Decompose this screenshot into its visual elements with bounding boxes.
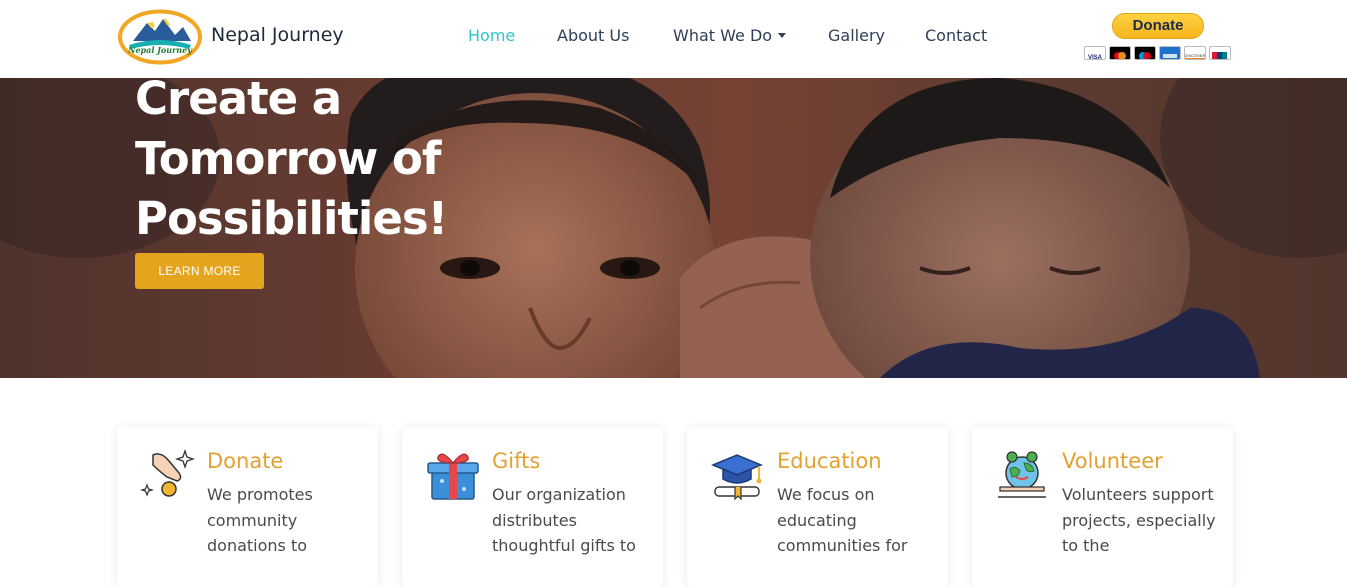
- nav-about-us[interactable]: About Us: [557, 26, 629, 45]
- hero-title-line: Tomorrow of: [135, 132, 441, 185]
- hero-title-line: Create a: [135, 78, 342, 125]
- nav-what-we-do-label: What We Do: [673, 26, 773, 45]
- paypal-donate-button[interactable]: Donate: [1112, 13, 1204, 39]
- feature-text: Our organization distributes thoughtful …: [492, 485, 636, 555]
- visa-card-icon: VISA: [1084, 46, 1106, 60]
- svg-text:DISCOVER: DISCOVER: [1185, 53, 1205, 58]
- nav-home[interactable]: Home: [468, 26, 515, 45]
- earth-volunteer-icon: [998, 451, 1046, 498]
- nav-gallery[interactable]: Gallery: [828, 26, 885, 45]
- nepal-journey-logo[interactable]: Nepal Journey: [117, 9, 203, 65]
- nav-what-we-do[interactable]: What We Do: [673, 26, 787, 45]
- hero-banner: Create a Tomorrow of Possibilities! LEAR…: [0, 78, 1347, 378]
- feature-text: Volunteers support projects, especially …: [1062, 485, 1216, 555]
- feature-text: We focus on educating communities for: [777, 485, 908, 555]
- feature-card-gifts[interactable]: Gifts Our organization distributes thoug…: [402, 427, 663, 587]
- feature-text: We promotes community donations to: [207, 485, 313, 555]
- brand-name[interactable]: Nepal Journey: [211, 24, 344, 46]
- feature-title: Education: [777, 449, 882, 473]
- graduation-cap-icon: [711, 454, 763, 501]
- feature-card-volunteer[interactable]: Volunteer Volunteers support projects, e…: [972, 427, 1233, 587]
- caret-down-icon: [778, 33, 787, 38]
- discover-icon: DISCOVER: [1184, 46, 1206, 60]
- feature-title: Donate: [207, 449, 284, 473]
- logo-wordmark: Nepal Journey: [127, 45, 193, 55]
- navbar: Nepal Journey Nepal Journey Home About U…: [0, 0, 1347, 78]
- unionpay-icon: [1209, 46, 1231, 60]
- gift-box-icon: [427, 453, 479, 500]
- nav-contact[interactable]: Contact: [925, 26, 987, 45]
- payment-cards: VISA DISCOVER: [1084, 46, 1234, 61]
- feature-card-education[interactable]: Education We focus on educating communit…: [687, 427, 948, 587]
- feature-card-donate[interactable]: Donate We promotes community donations t…: [117, 427, 378, 587]
- amex-icon: [1159, 46, 1181, 60]
- feature-title: Volunteer: [1062, 449, 1163, 473]
- svg-text:VISA: VISA: [1088, 55, 1103, 60]
- hand-coin-icon: [139, 448, 195, 497]
- feature-title: Gifts: [492, 449, 541, 473]
- learn-more-button[interactable]: LEARN MORE: [135, 253, 264, 289]
- maestro-icon: [1134, 46, 1156, 60]
- mastercard-icon: [1109, 46, 1131, 60]
- hero-title-line: Possibilities!: [135, 192, 448, 245]
- hero-title: Create a Tomorrow of Possibilities!: [135, 78, 555, 249]
